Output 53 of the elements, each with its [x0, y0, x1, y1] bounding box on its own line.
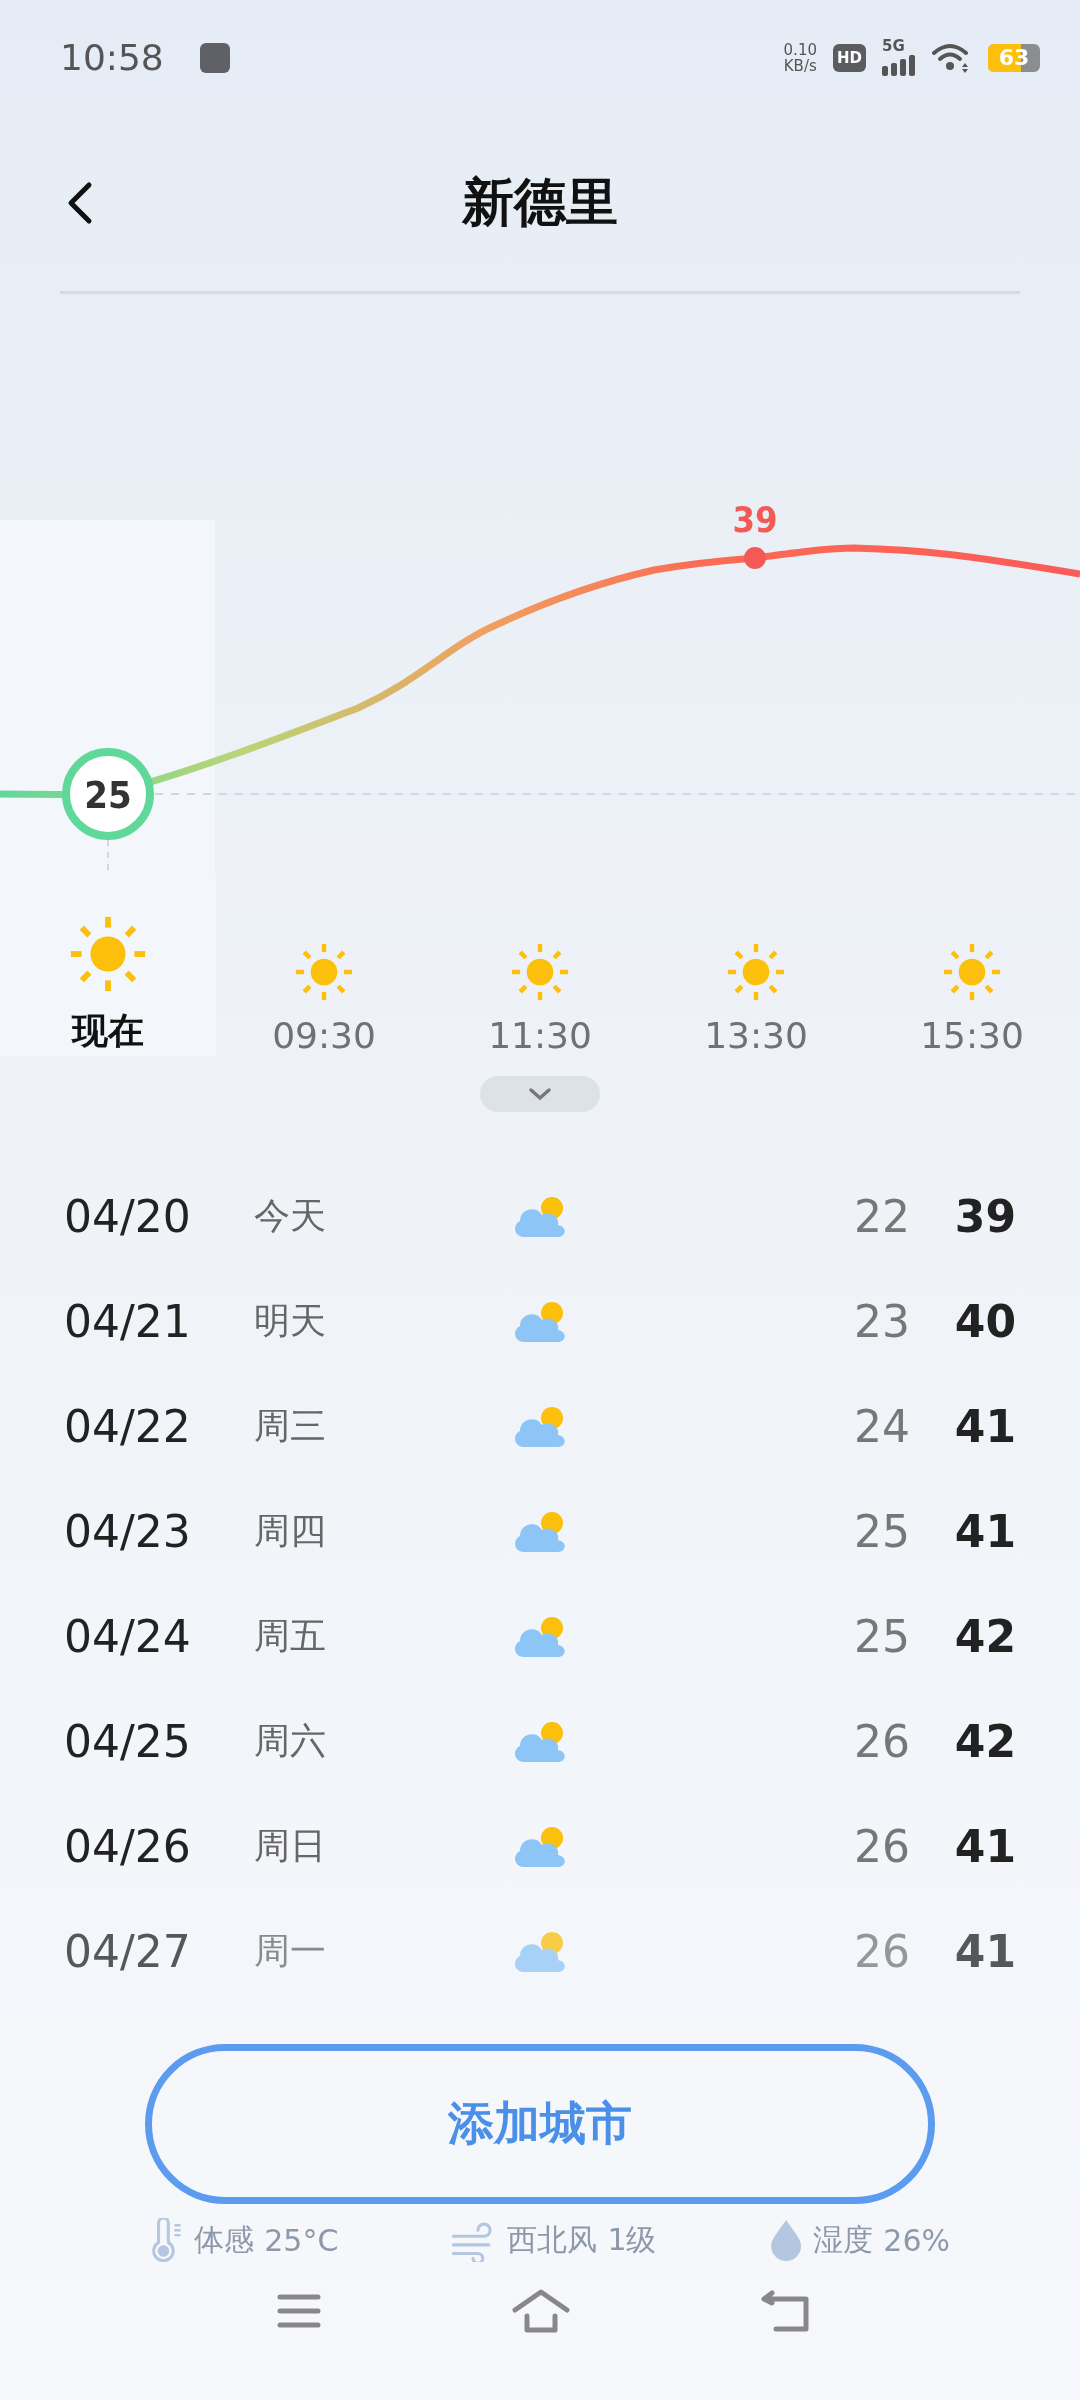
low-temp: 26: [854, 1926, 910, 1977]
city-title: 新德里: [462, 171, 618, 234]
high-temp: 42: [953, 1716, 1016, 1767]
forecast-date: 04/24: [64, 1611, 192, 1662]
forecast-date: 04/20: [64, 1191, 192, 1242]
high-temp: 42: [953, 1611, 1016, 1662]
high-temp: 40: [953, 1296, 1016, 1347]
network-label: 5G: [882, 39, 905, 54]
detail-value: 26%: [883, 2222, 950, 2258]
forecast-day: 周三: [254, 1402, 512, 1451]
forecast-day: 明天: [254, 1297, 512, 1346]
forecast-date: 04/27: [64, 1926, 192, 1977]
battery-icon: 63: [988, 43, 1040, 72]
speed-unit: KB/s: [783, 57, 817, 74]
status-time: 10:58: [60, 37, 164, 78]
forecast-day: 周日: [254, 1822, 512, 1871]
forecast-date: 04/25: [64, 1716, 192, 1767]
hour-item[interactable]: 11:30: [432, 876, 648, 1056]
low-temp: 24: [854, 1401, 910, 1452]
hour-item[interactable]: 13:30: [648, 876, 864, 1056]
detail-value: 25°C: [264, 2222, 339, 2258]
forecast-day: 周四: [254, 1507, 512, 1556]
low-temp: 26: [854, 1716, 910, 1767]
low-temp: 22: [854, 1191, 910, 1242]
forecast-day: 周六: [254, 1717, 512, 1766]
high-temp: 41: [953, 1821, 1016, 1872]
hd-badge: HD: [833, 43, 866, 72]
speed-value: 0.10: [783, 41, 817, 58]
low-temp: 25: [854, 1611, 910, 1662]
low-temp: 26: [854, 1821, 910, 1872]
high-temp: 41: [953, 1926, 1016, 1977]
detail-label: 湿度: [813, 2220, 874, 2259]
forecast-date: 04/23: [64, 1506, 192, 1557]
hour-item[interactable]: 现在: [0, 876, 216, 1056]
forecast-day: 周五: [254, 1612, 512, 1661]
low-temp: 23: [854, 1296, 910, 1347]
high-temp: 41: [953, 1506, 1016, 1557]
forecast-date: 04/21: [64, 1296, 192, 1347]
forecast-date: 04/22: [64, 1401, 192, 1452]
forecast-day: 今天: [254, 1192, 512, 1241]
peak-temp: 39: [732, 499, 778, 540]
current-temp: 25: [84, 773, 132, 817]
forecast-date: 04/26: [64, 1821, 192, 1872]
high-temp: 39: [953, 1191, 1016, 1242]
high-temp: 41: [953, 1401, 1016, 1452]
hour-item[interactable]: 15:30: [864, 876, 1080, 1056]
hour-item[interactable]: 09:30: [216, 876, 432, 1056]
detail-label: 体感: [194, 2220, 255, 2259]
add-city-button[interactable]: 添加城市: [145, 2044, 935, 2204]
detail-value: 1级: [607, 2220, 657, 2259]
detail-label: 西北风: [507, 2220, 598, 2259]
low-temp: 25: [854, 1506, 910, 1557]
forecast-day: 周一: [254, 1927, 512, 1976]
